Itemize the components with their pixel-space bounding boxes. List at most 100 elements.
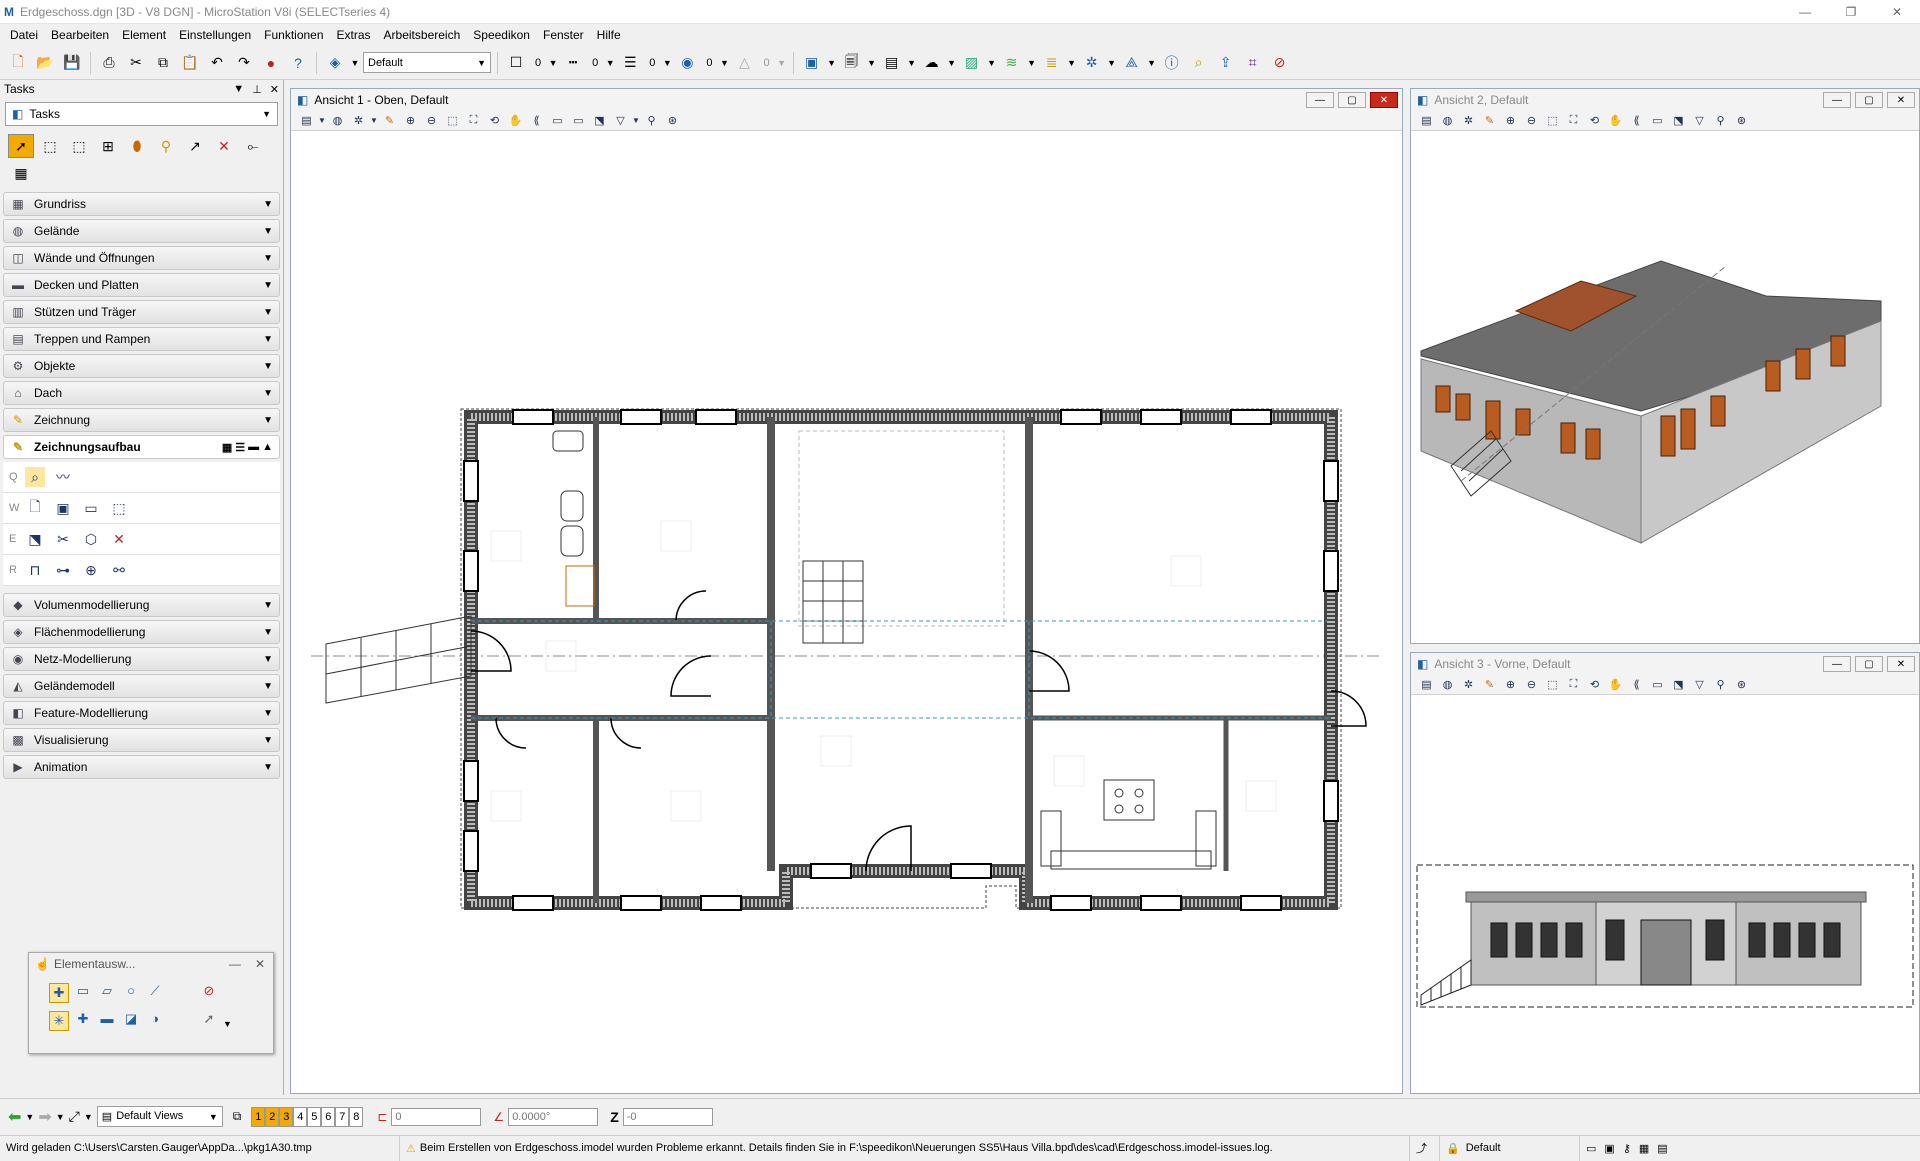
group-treppen[interactable]: ▤ Treppen und Rampen ▼	[3, 327, 280, 351]
redo-icon[interactable]: ↷	[232, 51, 256, 75]
rotate-icon[interactable]: ⟲	[1585, 112, 1604, 130]
globe-icon[interactable]: ●	[259, 51, 283, 75]
fit-view-icon[interactable]: ⛶	[1564, 112, 1583, 130]
search-icon[interactable]: ⌕	[1187, 51, 1211, 75]
pan-icon[interactable]: ✋	[1606, 112, 1625, 130]
line-style-icon[interactable]: ┅	[561, 51, 585, 75]
tasks-combo[interactable]: ◧ Tasks ▼	[5, 102, 278, 126]
views-combo[interactable]: ▤ Default Views ▼	[96, 1106, 223, 1127]
info-icon[interactable]: ⓘ	[1160, 51, 1184, 75]
chevron-down-icon[interactable]: ▼	[947, 51, 957, 75]
box-icon[interactable]: ⬡	[81, 529, 101, 549]
group-zeichnung[interactable]: ✎ Zeichnung ▼	[3, 408, 280, 432]
light-icon[interactable]: ✲	[1459, 676, 1478, 694]
element-selection-icon[interactable]: ➚	[8, 134, 34, 158]
grid-icon[interactable]: ⌗	[1241, 51, 1265, 75]
group-visualisierung[interactable]: ▩ Visualisierung ▼	[3, 728, 280, 752]
paste-icon[interactable]: 📋	[178, 51, 202, 75]
group-dach[interactable]: ⌂ Dach ▼	[3, 381, 280, 405]
menu-extras[interactable]: Extras	[337, 28, 371, 42]
view-attributes-icon[interactable]: ▤	[1417, 112, 1436, 130]
fence-icon[interactable]: ⬚	[37, 134, 63, 158]
group-stuetzen[interactable]: ▥ Stützen und Träger ▼	[3, 300, 280, 324]
delete-icon[interactable]: ✕	[211, 134, 237, 158]
measure-icon[interactable]: ⚲	[153, 134, 179, 158]
circle-select-icon[interactable]: ○	[121, 983, 141, 1003]
cut-icon[interactable]: ✂	[124, 51, 148, 75]
chevron-down-icon[interactable]: ▼	[84, 1112, 93, 1122]
element-class-icon[interactable]: ◉	[675, 51, 699, 75]
camera-icon[interactable]: ⚲	[642, 112, 661, 130]
clip-volume-icon[interactable]: ⬔	[1669, 112, 1688, 130]
view-toggle-8[interactable]: 8	[349, 1106, 364, 1127]
chevron-down-icon[interactable]: ▼	[605, 51, 615, 75]
close-button[interactable]: ✕	[1874, 0, 1920, 24]
stack-icon[interactable]: ≣	[1040, 51, 1064, 75]
chevron-down-icon[interactable]: ▼	[318, 112, 326, 130]
chevron-down-icon[interactable]: ▼	[827, 51, 837, 75]
zoom-in-icon[interactable]: ⊕	[401, 112, 420, 130]
export-icon[interactable]: ⇪	[1214, 51, 1238, 75]
chevron-down-icon[interactable]: ▼	[720, 51, 730, 75]
chevron-up-icon[interactable]: ▲	[262, 441, 273, 454]
toggle-icon[interactable]: ⊛	[1732, 112, 1751, 130]
menu-hilfe[interactable]: Hilfe	[597, 28, 621, 42]
clip-mask-icon[interactable]: ▽	[1690, 112, 1709, 130]
view-toggle-1[interactable]: 1	[251, 1106, 266, 1127]
marker-icon[interactable]: ⊶	[53, 560, 73, 580]
restore-button[interactable]: ❐	[1828, 0, 1874, 24]
window-icon[interactable]: ▭	[81, 498, 101, 518]
sheet-icon[interactable]: 🗋	[25, 498, 45, 518]
chevron-down-icon[interactable]: ▼	[350, 51, 360, 75]
snap-status-icon[interactable]: ⤴	[1410, 1135, 1440, 1161]
copy-view-icon[interactable]: ▭	[1648, 112, 1667, 130]
dimension-icon[interactable]: ↗	[182, 134, 208, 158]
view-attributes-icon[interactable]: ▤	[297, 112, 316, 130]
z-field[interactable]: -0	[622, 1107, 713, 1126]
group-objekte[interactable]: ⚙ Objekte ▼	[3, 354, 280, 378]
close-icon[interactable]: ✕	[1370, 92, 1398, 108]
frame-icon[interactable]: ⬚	[109, 498, 129, 518]
forward-icon[interactable]: ➡	[38, 1107, 51, 1127]
minimize-button[interactable]: —	[1782, 0, 1828, 24]
rotate-icon[interactable]: ⟲	[1585, 676, 1604, 694]
level-manager-icon[interactable]: ◈	[323, 51, 347, 75]
pan-icon[interactable]: ✋	[506, 112, 525, 130]
minimize-icon[interactable]: —	[1306, 92, 1334, 108]
close-icon[interactable]: ✕	[255, 957, 265, 971]
level-combo[interactable]: Default ▼	[363, 52, 491, 73]
group-flaechen[interactable]: ◈ Flächenmodellierung ▼	[3, 620, 280, 644]
chevron-down-icon[interactable]: ▼	[1147, 51, 1157, 75]
undo-icon[interactable]: ↶	[205, 51, 229, 75]
clip-volume-icon[interactable]: ⬔	[1669, 676, 1688, 694]
grid-view-icon[interactable]: ▦	[222, 441, 232, 454]
chevron-down-icon[interactable]: ▼	[1067, 51, 1077, 75]
detail-view-icon[interactable]: ▬	[248, 441, 259, 454]
chevron-down-icon[interactable]: ▼	[1107, 51, 1117, 75]
zoom-out-icon[interactable]: ⊖	[422, 112, 441, 130]
section-icon[interactable]: ⊓	[25, 560, 45, 580]
update-icon[interactable]: ✎	[1480, 112, 1499, 130]
remove-icon[interactable]: ✕	[109, 529, 129, 549]
chevron-down-icon[interactable]: ▼	[867, 51, 877, 75]
cursor-icon[interactable]: ➚	[199, 1011, 219, 1031]
manipulate-icon[interactable]: ⊞	[95, 134, 121, 158]
level-status[interactable]: 🔒 Default	[1440, 1135, 1580, 1161]
view-cube-icon[interactable]: ▣	[800, 51, 824, 75]
menu-arbeitsbereich[interactable]: Arbeitsbereich	[384, 28, 461, 42]
chevron-down-icon[interactable]: ▼	[25, 1112, 34, 1122]
chevron-down-icon[interactable]: ▼	[1027, 51, 1037, 75]
shape-select-icon[interactable]: ▱	[97, 983, 117, 1003]
chevron-down-icon[interactable]: ▼	[632, 112, 640, 130]
view-toggle-2[interactable]: 2	[265, 1106, 280, 1127]
display-style-icon[interactable]: ◍	[1438, 676, 1457, 694]
light-icon[interactable]: ✲	[1459, 112, 1478, 130]
snap-icon[interactable]: ⟜	[240, 134, 266, 158]
menu-einstellungen[interactable]: Einstellungen	[179, 28, 251, 42]
menu-datei[interactable]: Datei	[10, 28, 38, 42]
window-area-icon[interactable]: ⬚	[1543, 676, 1562, 694]
window-icon[interactable]: ▭	[1586, 1142, 1596, 1155]
render-icon[interactable]: ⟁	[1120, 51, 1144, 75]
group-grundriss[interactable]: ▦ Grundriss ▼	[3, 192, 280, 216]
menu-speedikon[interactable]: Speedikon	[473, 28, 530, 42]
